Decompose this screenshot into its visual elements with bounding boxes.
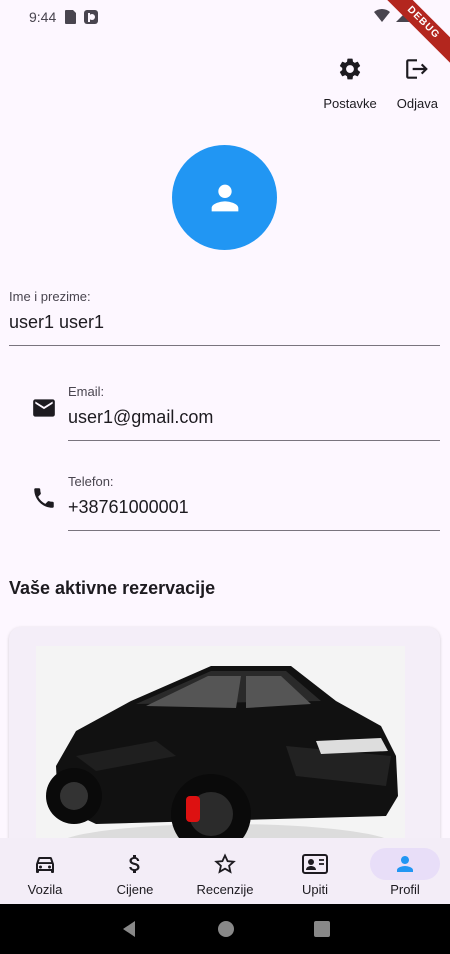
name-value: user1 user1 (9, 312, 440, 346)
avatar (172, 145, 277, 250)
logout-label: Odjava (396, 96, 438, 111)
status-bar: 9:44 (0, 0, 450, 34)
system-nav-bar (0, 904, 450, 954)
nav-label: Cijene (116, 882, 154, 897)
star-icon (214, 853, 236, 874)
phone-field: Telefon: +38761000001 (68, 474, 440, 531)
logout-icon (406, 59, 429, 79)
gear-icon (339, 58, 361, 80)
email-label: Email: (68, 384, 105, 399)
settings-button[interactable]: Postavke (323, 56, 377, 111)
phone-value: +38761000001 (68, 497, 440, 531)
phone-label: Telefon: (68, 474, 114, 489)
recents-icon[interactable] (314, 921, 331, 937)
email-field: Email: user1@gmail.com (68, 384, 440, 441)
name-field: Ime i prezime: user1 user1 (9, 289, 440, 346)
nav-label: Recenzije (196, 882, 254, 897)
nav-item-cijene[interactable]: Cijene (90, 838, 180, 904)
car-image (36, 646, 405, 866)
contact-card-icon (302, 854, 328, 874)
bottom-nav: Vozila Cijene Recenzije Upiti Profil (0, 838, 450, 904)
nav-label: Upiti (301, 882, 328, 897)
nav-item-vozila[interactable]: Vozila (0, 838, 90, 904)
phone-icon (34, 488, 54, 508)
nav-item-recenzije[interactable]: Recenzije (180, 838, 270, 904)
nav-item-profil[interactable]: Profil (360, 838, 450, 904)
nav-item-upiti[interactable]: Upiti (270, 838, 360, 904)
email-icon (33, 399, 55, 417)
back-icon[interactable] (120, 920, 138, 938)
dollar-icon (129, 855, 140, 873)
home-icon[interactable] (217, 920, 235, 938)
nav-label: Vozila (27, 882, 63, 897)
wifi-icon (374, 8, 390, 22)
notification-icon (84, 10, 99, 24)
person-icon (211, 184, 238, 211)
name-label: Ime i prezime: (9, 289, 91, 304)
sd-card-icon (65, 10, 77, 24)
car-icon (36, 857, 54, 873)
settings-label: Postavke (323, 96, 377, 111)
nav-label: Profil (390, 882, 420, 897)
email-value: user1@gmail.com (68, 407, 440, 441)
person-icon (397, 856, 413, 872)
top-actions: Postavke Odjava (323, 56, 438, 111)
status-time: 9:44 (29, 9, 57, 25)
logout-button[interactable]: Odjava (397, 56, 438, 111)
reservations-title: Vaše aktivne rezervacije (9, 578, 216, 598)
